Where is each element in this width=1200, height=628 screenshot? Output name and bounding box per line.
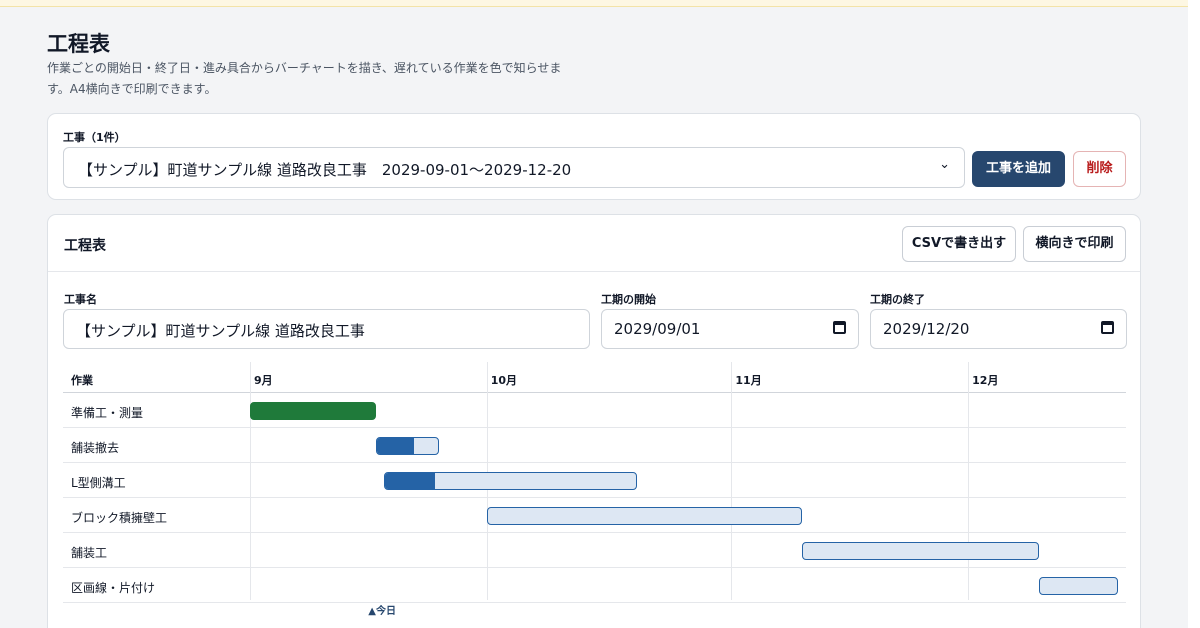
project-name-value: 【サンプル】町道サンプル線 道路改良工事 (76, 322, 365, 340)
project-name-input[interactable]: 【サンプル】町道サンプル線 道路改良工事 (63, 309, 590, 349)
page-description: 作業ごとの開始日・終了日・進み具合からバーチャートを描き、遅れている作業を色で知… (47, 61, 562, 96)
start-date-input[interactable]: 2029/09/01 (601, 309, 859, 349)
start-date-label: 工期の開始 (601, 293, 656, 306)
calendar-icon[interactable] (833, 321, 846, 334)
start-date-value: 2029/09/01 (614, 320, 701, 338)
end-date-value: 2029/12/20 (883, 320, 970, 338)
task-bar[interactable] (802, 542, 1040, 560)
task-progress-fill (377, 438, 414, 454)
gantt-row: 舗装撤去 (63, 428, 1126, 463)
card-divider (48, 271, 1140, 272)
gantt-chart: 作業 9月 10月 11月 12月 ▲今日 準備工・測量 舗装撤去 L型側溝工ブロック積擁… (63, 362, 1126, 617)
task-name: 舗装工 (71, 546, 108, 560)
gantt-row: ブロック積擁壁工 (63, 498, 1126, 533)
end-date-input[interactable]: 2029/12/20 (870, 309, 1127, 349)
gantt-row: 準備工・測量 (63, 393, 1126, 428)
month-label: 9月 (254, 374, 273, 387)
gantt-row: 舗装工 (63, 533, 1126, 568)
today-marker: ▲今日 (368, 606, 396, 617)
end-date-label: 工期の終了 (870, 293, 925, 306)
schedule-card-title: 工程表 (64, 238, 106, 254)
project-picker-card: 工事（1件） 【サンプル】町道サンプル線 道路改良工事 2029-09-01〜2… (47, 113, 1141, 200)
gantt-row: L型側溝工 (63, 463, 1126, 498)
task-name: 舗装撤去 (71, 441, 120, 455)
scrollbar[interactable] (1188, 0, 1200, 628)
project-select[interactable]: 【サンプル】町道サンプル線 道路改良工事 2029-09-01〜2029-12-… (63, 147, 965, 188)
month-label: 10月 (490, 374, 518, 387)
gantt-header: 作業 9月 10月 11月 12月 (63, 362, 1126, 393)
month-label: 12月 (972, 374, 999, 387)
task-name: 区画線・片付け (71, 581, 156, 595)
schedule-card: 工程表 CSVで書き出す 横向きで印刷 工事名 【サンプル】町道サンプル線 道路… (47, 214, 1141, 628)
gantt-row: 区画線・片付け (63, 568, 1126, 603)
top-notice-strip (0, 0, 1188, 7)
month-label: 11月 (735, 374, 762, 387)
task-bar[interactable] (384, 472, 637, 490)
add-project-button[interactable]: 工事を追加 (972, 151, 1065, 187)
delete-project-button[interactable]: 削除 (1073, 151, 1126, 187)
calendar-icon[interactable] (1101, 321, 1114, 334)
task-name: 準備工・測量 (71, 406, 144, 420)
project-name-label: 工事名 (64, 293, 97, 306)
page-title: 工程表 (47, 32, 110, 56)
print-landscape-button[interactable]: 横向きで印刷 (1023, 226, 1126, 262)
csv-export-button[interactable]: CSVで書き出す (902, 226, 1016, 262)
task-column-header: 作業 (71, 374, 93, 387)
task-bar[interactable] (250, 402, 377, 420)
project-picker-label: 工事（1件） (63, 131, 126, 144)
task-bar[interactable] (1039, 577, 1119, 595)
task-progress-fill (385, 473, 436, 489)
task-name: L型側溝工 (71, 476, 126, 490)
project-select-value: 【サンプル】町道サンプル線 道路改良工事 2029-09-01〜2029-12-… (78, 161, 572, 179)
task-bar[interactable] (376, 437, 440, 455)
chevron-down-icon: ⌄ (939, 157, 950, 172)
task-bar[interactable] (486, 507, 803, 525)
task-name: ブロック積擁壁工 (71, 511, 168, 525)
